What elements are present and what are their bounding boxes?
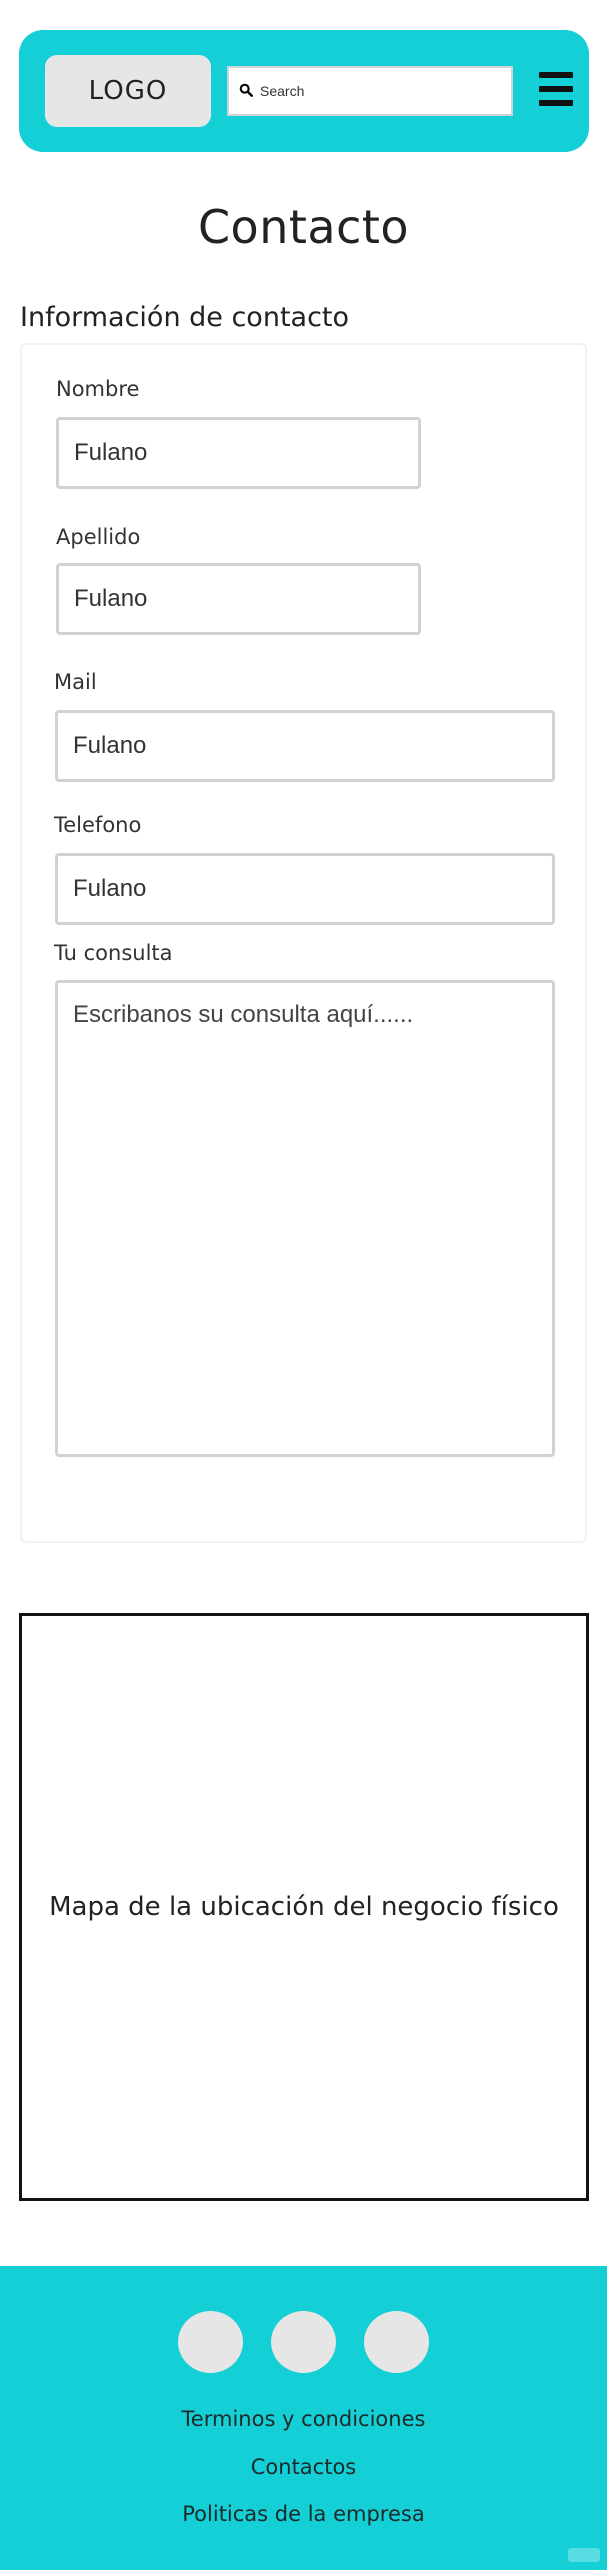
map-placeholder-text: Mapa de la ubicación del negocio físico [49, 1892, 559, 1922]
email-field[interactable] [55, 710, 555, 782]
last-name-field[interactable] [56, 563, 421, 635]
terms-link[interactable]: Terminos y condiciones [0, 2407, 607, 2431]
scroll-indicator [568, 2548, 600, 2562]
search-icon [239, 82, 253, 101]
contacts-link[interactable]: Contactos [0, 2455, 607, 2479]
message-label: Tu consulta [54, 941, 173, 965]
email-label: Mail [54, 670, 97, 694]
logo-button[interactable]: LOGO [45, 55, 211, 127]
social-icon[interactable] [178, 2311, 243, 2373]
hamburger-menu-icon[interactable] [539, 72, 573, 106]
first-name-label: Nombre [56, 377, 140, 401]
hamburger-line [539, 100, 573, 106]
hamburger-line [539, 72, 573, 78]
site-footer: Terminos y condiciones Contactos Politic… [0, 2266, 607, 2570]
phone-field[interactable] [55, 853, 555, 925]
contact-form: Nombre Apellido Mail Telefono Tu consult… [20, 343, 587, 1543]
company-policies-link[interactable]: Politicas de la empresa [0, 2502, 607, 2526]
phone-label: Telefono [54, 813, 142, 837]
last-name-label: Apellido [56, 525, 141, 549]
search-input[interactable] [260, 83, 500, 99]
map-placeholder: Mapa de la ubicación del negocio físico [19, 1613, 589, 2201]
message-textarea[interactable] [55, 980, 555, 1457]
social-icons-row [0, 2311, 607, 2373]
site-header: LOGO [19, 30, 589, 152]
page-title: Contacto [197, 200, 410, 254]
hamburger-line [539, 86, 573, 92]
search-bar[interactable] [227, 66, 513, 116]
social-icon[interactable] [364, 2311, 429, 2373]
social-icon[interactable] [271, 2311, 336, 2373]
section-title: Información de contacto [20, 302, 350, 333]
first-name-field[interactable] [56, 417, 421, 489]
